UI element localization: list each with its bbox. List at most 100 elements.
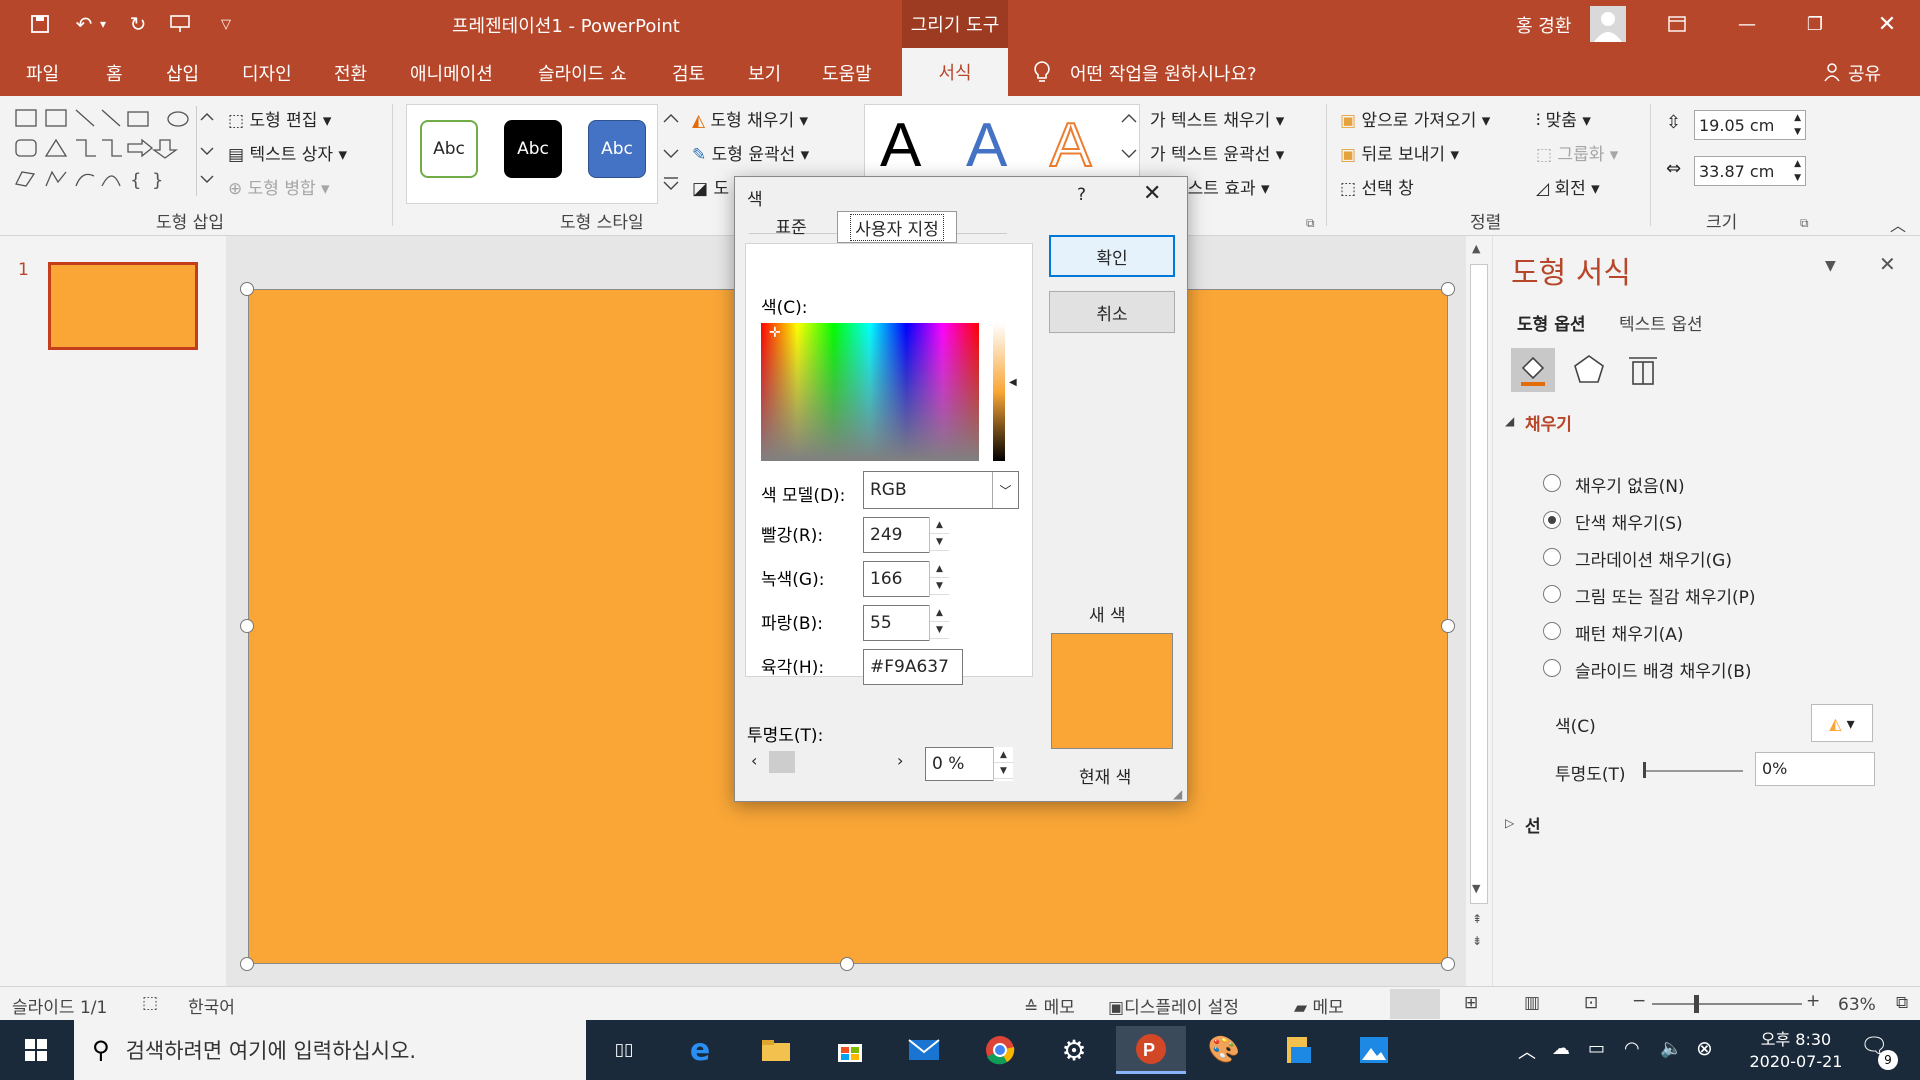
file-explorer-icon[interactable] [748,1026,804,1074]
ribbon-display-icon[interactable] [1662,10,1692,38]
tab-animations[interactable]: 애니메이션 [410,60,493,86]
slideshow-view-icon[interactable]: ⊡ [1584,993,1598,1013]
comments-button[interactable]: ▰ 메모 [1294,993,1344,1018]
shape-effects-button[interactable]: ◪ 도 [692,174,729,199]
collapse-ribbon-icon[interactable]: ︿ [1890,212,1906,236]
color-spectrum[interactable] [761,323,979,461]
spellcheck-icon[interactable]: ⬚ [142,993,158,1013]
transparency-slider-track[interactable] [1643,770,1743,772]
shape-styles-scroll[interactable] [660,106,682,202]
color-model-select[interactable]: RGB ﹀ [863,471,1019,509]
taskbar-search-box[interactable]: ⚲ 검색하려면 여기에 입력하십시오. [74,1020,586,1080]
close-icon[interactable]: ✕ [1872,10,1902,38]
dialog-transparency-spinner[interactable]: ▲ ▼ [993,747,1013,781]
zoom-level[interactable]: 63% [1838,995,1876,1015]
width-input[interactable]: 33.87 cm ▲ ▼ [1694,156,1806,186]
wordart-dialog-launcher-icon[interactable]: ⧉ [1306,216,1315,231]
resize-handle-br[interactable] [1441,957,1455,971]
save-icon[interactable] [26,10,54,38]
color-picker-button[interactable]: ◭ ▾ [1811,704,1873,742]
photos-icon[interactable] [1346,1026,1402,1074]
tab-format[interactable]: 서식 [902,48,1008,96]
text-fill-button[interactable]: 가 텍스트 채우기 ▾ [1150,106,1284,131]
notes-button[interactable]: ≙ 메모 [1024,993,1075,1018]
dialog-close-icon[interactable]: ✕ [1143,181,1161,206]
scroll-left-icon[interactable]: ‹ [751,751,757,770]
bring-forward-button[interactable]: ▣ 앞으로 가져오기 ▾ [1340,106,1490,131]
tab-view[interactable]: 보기 [748,60,781,86]
wifi-icon[interactable]: ◠ [1624,1038,1640,1059]
vertical-scrollbar[interactable]: ▲ ▼ ⇞ ⇟ [1466,236,1492,986]
tell-me-input[interactable]: 어떤 작업을 원하시나요? [1070,60,1257,86]
tab-transitions[interactable]: 전환 [334,60,367,86]
radio-slide-background-fill[interactable] [1543,659,1561,677]
undo-dropdown-icon[interactable]: ▾ [96,10,110,38]
shape-fill-button[interactable]: ◭ 도형 채우기 ▾ [692,106,808,131]
reading-view-icon[interactable]: ▥ [1524,993,1540,1013]
zoom-slider-track[interactable] [1652,1003,1802,1005]
redo-icon[interactable]: ↻ [124,10,152,38]
slide-thumbnail[interactable] [48,262,198,350]
pane-options-dropdown-icon[interactable]: ▼ [1825,258,1836,274]
section-fill[interactable]: 채우기 [1525,410,1572,435]
blue-spinner[interactable]: ▲ ▼ [929,605,949,641]
windows-start-icon[interactable] [8,1026,64,1074]
style-preset-outline[interactable]: Abc [420,120,478,178]
align-button[interactable]: ⫶ 맞춤 ▾ [1536,106,1591,131]
chrome-icon[interactable] [972,1026,1028,1074]
pane-close-icon[interactable]: ✕ [1879,252,1896,276]
next-slide-icon[interactable]: ⇟ [1472,934,1482,948]
slide-sorter-view-icon[interactable]: ⊞ [1464,993,1478,1013]
tab-insert[interactable]: 삽입 [166,60,199,86]
send-backward-button[interactable]: ▣ 뒤로 보내기 ▾ [1340,140,1459,165]
clock-date[interactable]: 2020-07-21 [1736,1052,1856,1071]
paint-icon[interactable]: 🎨 [1196,1026,1252,1074]
battery-icon[interactable]: ▭ [1588,1038,1605,1059]
edge-icon[interactable]: e [672,1026,728,1074]
tab-custom[interactable]: 사용자 지정 [837,211,957,243]
mute-x-icon[interactable]: ⊗ [1696,1036,1713,1060]
normal-view-icon[interactable] [1390,989,1440,1019]
resize-handle-b[interactable] [840,957,854,971]
fit-to-window-icon[interactable]: ⧉ [1896,993,1908,1013]
dialog-transparency-scrollbar[interactable]: ‹ › [749,749,911,775]
resize-handle-l[interactable] [240,619,254,633]
store-icon[interactable] [822,1026,878,1074]
line-expand-icon[interactable]: ▷ [1505,816,1514,830]
zoom-in-icon[interactable]: + [1806,991,1820,1011]
resize-handle-tl[interactable] [240,282,254,296]
powerpoint-taskbar-icon[interactable]: P [1116,1026,1186,1074]
scroll-thumb[interactable] [1470,264,1488,904]
size-dialog-launcher-icon[interactable]: ⧉ [1800,216,1809,231]
tab-shape-options[interactable]: 도형 옵션 [1517,310,1585,335]
scroll-up-icon[interactable]: ▲ [1472,242,1480,255]
wordart-orange-outline[interactable]: A [1049,110,1092,181]
files-icon[interactable] [1270,1026,1326,1074]
share-person-icon[interactable] [1822,62,1842,87]
language-indicator[interactable]: 한국어 [188,993,235,1018]
fill-line-icon[interactable] [1511,348,1555,392]
tab-slideshow[interactable]: 슬라이드 쇼 [538,60,627,86]
clock-time[interactable]: 오후 8:30 [1746,1026,1846,1050]
style-preset-black[interactable]: Abc [504,120,562,178]
wordart-blue[interactable]: A [966,110,1007,181]
zoom-slider-thumb[interactable] [1694,995,1699,1013]
hex-input[interactable]: #F9A637 [863,649,963,685]
resize-handle-tr[interactable] [1441,282,1455,296]
share-button[interactable]: 공유 [1848,60,1881,86]
luminance-pointer-icon[interactable]: ◀ [1009,377,1017,388]
rotate-button[interactable]: ◿ 회전 ▾ [1536,174,1600,199]
radio-picture-fill[interactable] [1543,585,1561,603]
transparency-input[interactable]: 0% [1755,752,1875,786]
task-view-icon[interactable]: ▯▯ [596,1026,652,1074]
show-hidden-icons[interactable]: ︿ [1518,1038,1536,1064]
transparency-slider-thumb[interactable] [1643,762,1646,778]
effects-pentagon-icon[interactable] [1567,348,1611,392]
green-spinner[interactable]: ▲ ▼ [929,561,949,597]
height-input[interactable]: 19.05 cm ▲ ▼ [1694,110,1806,140]
display-settings-button[interactable]: ▣디스플레이 설정 [1108,993,1239,1018]
minimize-icon[interactable]: — [1732,10,1762,38]
wordart-black[interactable]: A [880,110,921,181]
edit-shape-button[interactable]: ⬚ 도형 편집 ▾ [228,106,331,131]
section-line[interactable]: 선 [1525,812,1541,837]
